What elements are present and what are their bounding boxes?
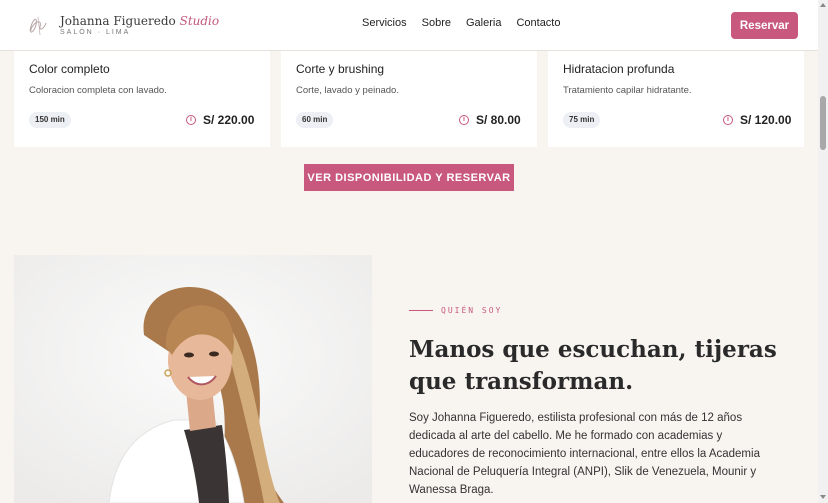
service-description: Tratamiento capilar hidratante. — [563, 85, 692, 96]
duration-badge: 60 min — [296, 112, 334, 128]
nav-servicios[interactable]: Servicios — [362, 17, 407, 29]
brand-studio: Studio — [179, 14, 220, 28]
brand-subtitle: SALÓN · LIMA — [60, 29, 131, 36]
service-card-color-completo[interactable]: Color completo Coloracion completa con l… — [14, 40, 270, 147]
site-header: Johanna Figueredo Studio SALÓN · LIMA Se… — [0, 0, 818, 51]
duration-badge: 150 min — [29, 112, 71, 128]
brand-logo[interactable]: Johanna Figueredo Studio SALÓN · LIMA — [24, 11, 219, 39]
about-paragraph: Soy Johanna Figueredo, estilista profesi… — [409, 412, 760, 496]
info-circle-icon[interactable]: i — [186, 115, 196, 125]
duration-badge: 75 min — [563, 112, 601, 128]
eyebrow-label: QUIÉN SOY — [441, 306, 503, 315]
brand-name: Johanna Figueredo Studio — [60, 14, 219, 28]
reservar-button[interactable]: Reservar — [731, 12, 798, 39]
service-price: S/ 120.00 — [740, 113, 792, 127]
about-eyebrow: QUIÉN SOY — [409, 306, 502, 315]
service-price: S/ 80.00 — [476, 113, 521, 127]
service-card-corte-brushing[interactable]: Corte y brushing Corte, lavado y peinado… — [281, 40, 537, 147]
service-description: Corte, lavado y peinado. — [296, 85, 399, 96]
main-nav: Servicios Sobre Galeria Contacto — [362, 17, 560, 29]
nav-galeria[interactable]: Galeria — [466, 17, 501, 29]
service-title: Color completo — [29, 62, 110, 76]
page-scrollbar[interactable] — [818, 0, 828, 503]
ver-disponibilidad-button[interactable]: VER DISPONIBILIDAD Y RESERVAR — [304, 164, 514, 191]
nav-sobre[interactable]: Sobre — [422, 17, 451, 29]
service-title: Corte y brushing — [296, 62, 385, 76]
service-title: Hidratacion profunda — [563, 62, 675, 76]
about-heading: Manos que escuchan, tijeras que transfor… — [409, 336, 777, 395]
eyebrow-divider — [409, 310, 433, 311]
stylist-photo — [14, 255, 372, 503]
service-price: S/ 220.00 — [203, 113, 255, 127]
scroll-up-arrow-icon[interactable] — [820, 3, 826, 7]
scrollbar-thumb[interactable] — [820, 96, 826, 150]
signature-logo-icon — [24, 11, 52, 39]
nav-contacto[interactable]: Contacto — [516, 17, 560, 29]
brand-text: Johanna Figueredo Studio SALÓN · LIMA — [60, 14, 219, 36]
scroll-down-arrow-icon[interactable] — [820, 495, 826, 499]
info-circle-icon[interactable]: i — [459, 115, 469, 125]
service-card-hidratacion[interactable]: Hidratacion profunda Tratamiento capilar… — [548, 40, 804, 147]
brand-name-text: Johanna Figueredo — [60, 14, 176, 28]
service-description: Coloracion completa con lavado. — [29, 85, 167, 96]
info-circle-icon[interactable]: i — [723, 115, 733, 125]
